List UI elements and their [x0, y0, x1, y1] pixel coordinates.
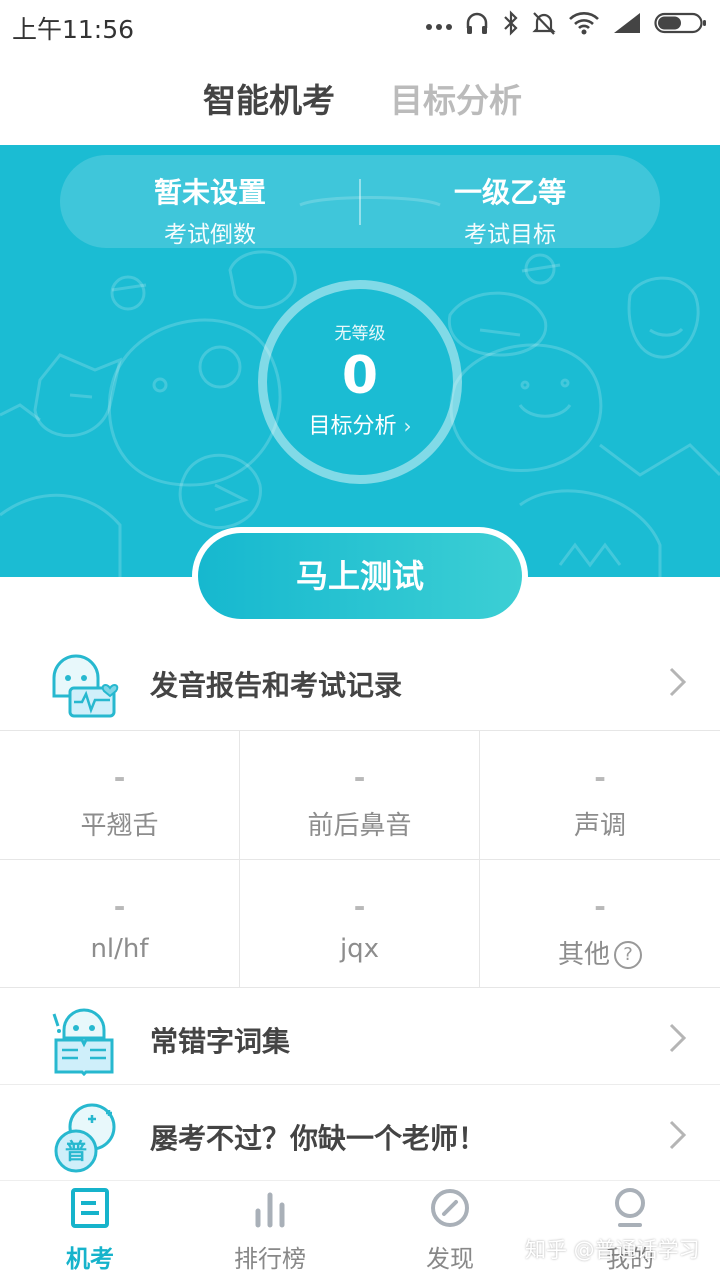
top-tab-bar: 智能机考 目标分析 — [0, 50, 720, 145]
tab-target-analysis[interactable]: 目标分析 — [390, 74, 522, 122]
target-summary[interactable]: 一级乙等 考试目标 — [360, 155, 660, 248]
target-analysis-link[interactable]: 目标分析 › — [267, 408, 453, 440]
stat-label: 前后鼻音 — [307, 811, 412, 841]
chevron-right-icon — [669, 667, 687, 697]
pu-badge-icon: 普 — [54, 1103, 116, 1173]
nav-item-ranking[interactable]: 排行榜 — [180, 1181, 360, 1281]
profile-icon — [615, 1188, 645, 1227]
report-row[interactable]: 发音报告和考试记录 — [0, 632, 720, 732]
bottom-nav: 机考 排行榜 发现 我的 — [0, 1180, 720, 1280]
battery-icon — [654, 11, 708, 39]
status-bar: 上午11:56 — [0, 0, 720, 50]
countdown-summary[interactable]: 暂未设置 考试倒数 — [60, 155, 360, 248]
start-test-button-label: 马上测试 — [198, 533, 522, 619]
robot-heartbeat-icon — [52, 654, 119, 718]
countdown-value: 暂未设置 — [153, 176, 266, 209]
chevron-right-icon: › — [403, 414, 412, 438]
stat-label: nl/hf — [90, 934, 149, 964]
score-ring[interactable]: 无等级 0 目标分析 › — [258, 280, 462, 484]
exam-summary-pill: 暂未设置 考试倒数 一级乙等 考试目标 — [60, 155, 660, 248]
bluetooth-icon — [502, 10, 520, 40]
mistakes-row[interactable]: 常错字词集 — [0, 988, 720, 1088]
stat-value: - — [353, 890, 366, 923]
report-row-title: 发音报告和考试记录 — [150, 669, 403, 702]
start-test-button[interactable]: 马上测试 — [192, 527, 528, 625]
tab-smart-exam[interactable]: 智能机考 — [203, 74, 335, 122]
countdown-label: 考试倒数 — [164, 222, 256, 248]
chevron-right-icon — [669, 1120, 687, 1150]
target-analysis-link-label: 目标分析 — [308, 414, 397, 439]
status-icons — [426, 10, 708, 40]
nav-item-mine[interactable]: 我的 — [540, 1181, 720, 1281]
teacher-row[interactable]: 普 屡考不过？你缺一个老师！ — [0, 1085, 720, 1185]
bar-chart-icon — [255, 1192, 285, 1228]
stat-value: - — [113, 890, 126, 923]
compass-icon — [431, 1189, 469, 1227]
target-label: 考试目标 — [464, 222, 556, 248]
headphones-icon — [464, 10, 490, 40]
stat-value: - — [113, 761, 126, 794]
more-dots-icon — [426, 16, 452, 35]
robot-book-icon — [52, 1008, 114, 1076]
teacher-row-title: 屡考不过？你缺一个老师！ — [150, 1122, 487, 1155]
stat-label: 声调 — [573, 811, 626, 841]
hero-panel: 暂未设置 考试倒数 一级乙等 考试目标 无等级 0 目标分析 › — [0, 145, 720, 577]
wifi-icon — [568, 11, 600, 39]
score-level: 无等级 — [334, 324, 386, 344]
stat-cell[interactable]: - nl/hf — [0, 859, 240, 987]
nav-label-ranking: 排行榜 — [234, 1245, 306, 1273]
stat-label-text: 其他 — [557, 940, 610, 970]
stat-value: - — [353, 761, 366, 794]
pronunciation-stats-grid: - 平翘舌 - 前后鼻音 - 声调 - nl/hf - jqx - 其他? — [0, 730, 720, 988]
stat-label: 其他? — [480, 934, 720, 971]
svg-text:普: 普 — [65, 1139, 87, 1165]
nav-label-discover: 发现 — [426, 1245, 474, 1273]
nav-item-exam[interactable]: 机考 — [0, 1181, 180, 1281]
status-time: 上午11:56 — [12, 15, 135, 44]
nav-label-exam: 机考 — [66, 1245, 114, 1273]
watermark-text: 知乎 @普通话学习 — [525, 1238, 700, 1262]
stat-label: jqx — [339, 934, 380, 964]
nav-item-discover[interactable]: 发现 — [360, 1181, 540, 1281]
stat-value: - — [594, 761, 606, 794]
stat-cell[interactable]: - 平翘舌 — [0, 731, 240, 859]
exam-icon — [71, 1188, 109, 1228]
score-value: 0 — [341, 346, 379, 406]
target-value: 一级乙等 — [453, 176, 566, 209]
mute-bell-icon — [532, 10, 556, 40]
stat-value: - — [594, 890, 606, 923]
stat-cell[interactable]: - 其他? — [480, 859, 720, 987]
signal-icon — [612, 11, 642, 39]
chevron-right-icon — [669, 1023, 687, 1053]
stat-cell[interactable]: - 声调 — [480, 731, 720, 859]
stat-cell[interactable]: - 前后鼻音 — [240, 731, 480, 859]
mistakes-row-title: 常错字词集 — [150, 1025, 291, 1058]
stat-label: 平翘舌 — [80, 811, 159, 841]
help-icon[interactable]: ? — [614, 941, 642, 969]
stat-cell[interactable]: - jqx — [240, 859, 480, 987]
